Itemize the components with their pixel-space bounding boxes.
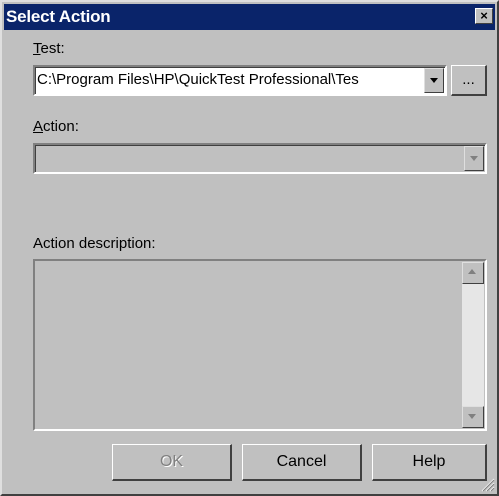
arrow-up-icon <box>468 269 476 274</box>
ok-button[interactable]: OK <box>112 444 232 481</box>
action-combobox[interactable] <box>33 143 487 174</box>
title-bar[interactable]: Select Action × <box>4 4 495 30</box>
resize-grip-icon[interactable] <box>481 478 495 492</box>
test-dropdown-button[interactable] <box>424 68 444 93</box>
test-label: Test: <box>33 40 65 57</box>
action-description-label: Action description: <box>33 235 156 252</box>
test-path-value: C:\Program Files\HP\QuickTest Profession… <box>37 71 359 88</box>
window-title: Select Action <box>6 7 111 26</box>
help-button[interactable]: Help <box>372 444 487 481</box>
action-description-box[interactable] <box>33 259 487 431</box>
description-scrollbar[interactable] <box>462 262 484 428</box>
arrow-down-icon <box>468 414 476 419</box>
scroll-down-button[interactable] <box>462 406 484 428</box>
action-label: Action: <box>33 118 79 135</box>
close-icon[interactable]: × <box>475 8 493 24</box>
chevron-down-icon <box>430 78 438 83</box>
scroll-up-button[interactable] <box>462 262 484 284</box>
browse-button[interactable]: ... <box>451 65 487 96</box>
cancel-button[interactable]: Cancel <box>242 444 362 481</box>
test-path-combobox[interactable]: C:\Program Files\HP\QuickTest Profession… <box>33 65 447 96</box>
chevron-down-icon <box>470 156 478 161</box>
action-dropdown-button[interactable] <box>464 146 484 171</box>
select-action-dialog: Select Action × Test: C:\Program Files\H… <box>0 0 499 496</box>
